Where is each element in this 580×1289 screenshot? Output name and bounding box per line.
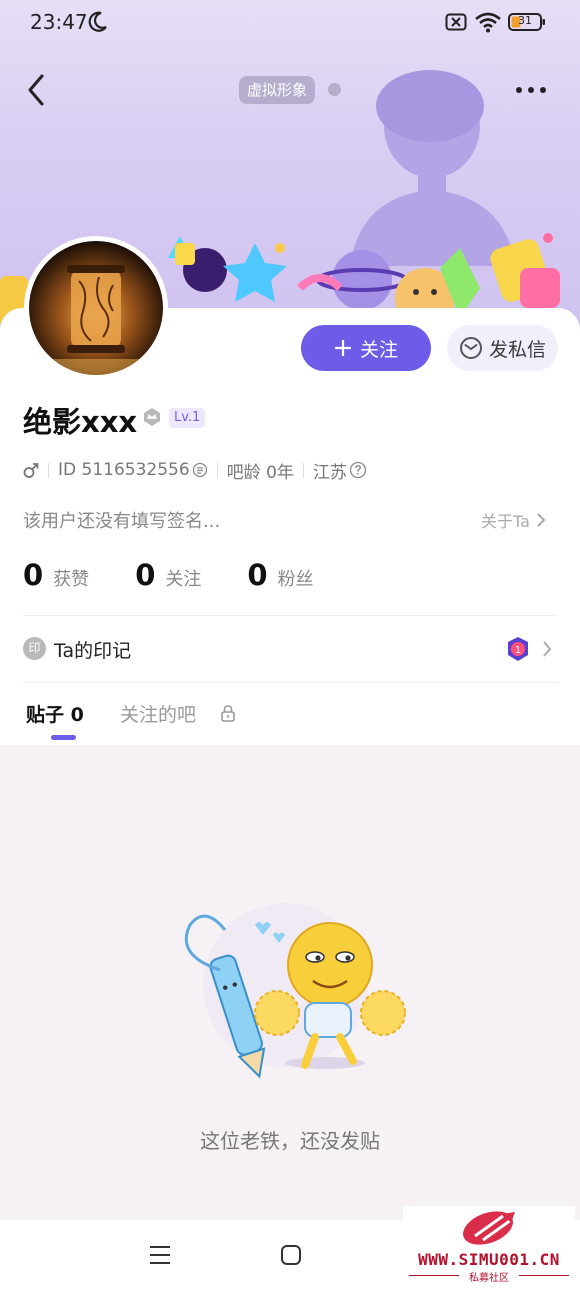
status-bar: 23:47 31 bbox=[0, 0, 580, 46]
lock-icon bbox=[221, 705, 235, 722]
virtual-avatar-chip[interactable]: 虚拟形象 bbox=[239, 76, 316, 104]
help-icon[interactable] bbox=[349, 461, 367, 479]
watermark: WWW.SIMU001.CN 私募社区 bbox=[403, 1206, 575, 1284]
empty-state-illustration bbox=[184, 903, 406, 1079]
meta-separator bbox=[302, 462, 304, 478]
message-button[interactable]: 发私信 bbox=[447, 325, 558, 371]
more-icon[interactable] bbox=[514, 80, 548, 100]
stat-fans[interactable]: 0 粉丝 bbox=[247, 558, 313, 592]
wifi-icon bbox=[475, 12, 501, 33]
meta-separator bbox=[216, 462, 218, 478]
empty-state-text: 这位老铁，还没发贴 bbox=[200, 1129, 380, 1153]
posts-content: 这位老铁，还没发贴 bbox=[0, 745, 580, 1220]
mail-icon bbox=[459, 337, 482, 359]
stat-value: 0 bbox=[247, 558, 268, 592]
follow-label: 关注 bbox=[359, 338, 398, 361]
home-icon[interactable] bbox=[280, 1244, 302, 1266]
signature: 该用户还没有填写签名... bbox=[23, 511, 221, 532]
male-icon bbox=[23, 463, 39, 478]
chip-dot bbox=[328, 83, 341, 96]
stat-value: 0 bbox=[135, 558, 156, 592]
stat-value: 0 bbox=[23, 558, 44, 592]
chevron-right-icon bbox=[537, 513, 546, 527]
location: 江苏 bbox=[312, 462, 347, 483]
mark-badge-icon: 1 bbox=[508, 637, 528, 661]
watermark-line bbox=[519, 1275, 569, 1276]
about-ta-link[interactable]: 关于Ta bbox=[481, 508, 546, 532]
battery-level: 31 bbox=[518, 14, 532, 27]
watermark-subtext: 私募社区 bbox=[469, 1273, 509, 1284]
stats-row: 0 获赞 0 关注 0 粉丝 bbox=[23, 558, 360, 598]
recent-apps-icon[interactable] bbox=[149, 1245, 171, 1265]
about-label: 关于Ta bbox=[481, 512, 530, 531]
copy-icon[interactable] bbox=[192, 462, 208, 478]
divider bbox=[23, 682, 558, 683]
svg-text:1: 1 bbox=[515, 645, 521, 656]
stat-likes[interactable]: 0 获赞 bbox=[23, 558, 89, 592]
active-tab-indicator bbox=[51, 735, 76, 740]
moon-icon bbox=[88, 11, 107, 32]
seal-icon: 印 bbox=[23, 637, 46, 660]
profile-meta: ID 5116532556 吧龄 0年 江苏 bbox=[23, 459, 367, 483]
bar-age: 吧龄 0年 bbox=[226, 462, 294, 483]
member-crown-icon[interactable] bbox=[141, 406, 163, 428]
stat-label: 关注 bbox=[165, 569, 202, 590]
stat-label: 粉丝 bbox=[277, 569, 314, 590]
stat-following[interactable]: 0 关注 bbox=[135, 558, 201, 592]
watermark-logo bbox=[463, 1211, 515, 1245]
username: 绝影xxx bbox=[23, 405, 138, 439]
mark-label: Ta的印记 bbox=[54, 640, 132, 662]
meta-separator bbox=[48, 462, 49, 478]
ta-mark-row[interactable]: 印 Ta的印记 1 bbox=[23, 632, 558, 666]
stat-label: 获赞 bbox=[53, 569, 90, 590]
message-label: 发私信 bbox=[488, 338, 546, 361]
sim-off-icon bbox=[445, 13, 467, 31]
level-badge[interactable]: Lv.1 bbox=[169, 408, 206, 428]
plus-icon bbox=[334, 340, 351, 356]
watermark-text: WWW.SIMU001.CN bbox=[418, 1250, 560, 1269]
tab-followed-bars[interactable]: 关注的吧 bbox=[120, 700, 196, 727]
user-id: ID 5116532556 bbox=[58, 460, 190, 480]
back-icon[interactable] bbox=[22, 70, 52, 110]
divider bbox=[23, 615, 558, 616]
avatar[interactable] bbox=[24, 236, 168, 380]
status-time: 23:47 bbox=[30, 10, 88, 34]
tab-posts[interactable]: 贴子 0 bbox=[26, 700, 84, 727]
avatar-image bbox=[29, 241, 163, 375]
follow-button[interactable]: 关注 bbox=[301, 325, 431, 371]
chevron-right-icon bbox=[543, 641, 552, 657]
